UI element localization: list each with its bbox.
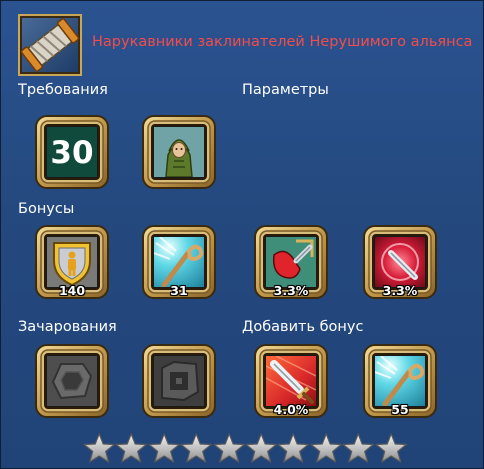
upgrade-star-icon xyxy=(245,433,277,463)
level-requirement-value: 30 xyxy=(50,135,94,171)
bonus-slot[interactable]: 3.3% xyxy=(362,224,438,300)
added-bonus-slot[interactable]: 55 xyxy=(362,343,438,419)
wrist-wraps-icon[interactable] xyxy=(18,14,82,76)
added-bonus-value: 4.0% xyxy=(273,402,309,417)
upgrade-star-icon xyxy=(213,433,245,463)
enchantments-label: Зачарования xyxy=(18,319,117,335)
bonus-value: 31 xyxy=(170,283,188,298)
crimson-sword-icon xyxy=(375,237,425,287)
add-bonus-label: Добавить бонус xyxy=(242,319,364,335)
added-bonus-slot[interactable]: 4.0% xyxy=(253,343,329,419)
bonus-value: 140 xyxy=(58,283,86,298)
red-crystal-sword-icon xyxy=(266,237,316,287)
upgrade-star-icon xyxy=(83,433,115,463)
magic-staff-icon xyxy=(375,356,425,406)
hooded-mage-icon xyxy=(154,127,204,177)
upgrade-star-icon xyxy=(310,433,342,463)
bonus-slot[interactable]: 140 xyxy=(34,224,110,300)
upgrade-star-icon xyxy=(180,433,212,463)
upgrade-stars xyxy=(83,432,407,466)
red-sword-icon xyxy=(266,356,316,406)
enchantment-slot[interactable] xyxy=(34,343,110,419)
upgrade-star-icon xyxy=(375,433,407,463)
enchantment-slot[interactable] xyxy=(141,343,217,419)
bonus-value: 3.3% xyxy=(273,283,309,298)
item-title: Нарукавники заклинателей Нерушимого алья… xyxy=(92,34,473,50)
upgrade-star-icon xyxy=(148,433,180,463)
bonus-slot[interactable]: 3.3% xyxy=(253,224,329,300)
bonus-slot[interactable]: 31 xyxy=(141,224,217,300)
empty-round-rune-slot-icon xyxy=(47,356,97,406)
upgrade-star-icon xyxy=(342,433,374,463)
item-tooltip-panel: Нарукавники заклинателей Нерушимого алья… xyxy=(0,0,484,469)
shield-person-icon xyxy=(47,237,97,287)
bonus-value: 3.3% xyxy=(382,283,418,298)
class-requirement-slot[interactable] xyxy=(141,114,217,190)
empty-square-rune-slot-icon xyxy=(154,356,204,406)
added-bonus-value: 55 xyxy=(391,402,409,417)
upgrade-star-icon xyxy=(277,433,310,463)
level-requirement-background: 30 xyxy=(47,127,97,177)
upgrade-star-icon xyxy=(115,433,148,463)
magic-staff-icon xyxy=(154,237,204,287)
level-requirement-slot[interactable]: 30 xyxy=(34,114,110,190)
requirements-label: Требования xyxy=(18,82,108,98)
parameters-label: Параметры xyxy=(242,82,329,98)
bonuses-label: Бонусы xyxy=(18,201,75,217)
